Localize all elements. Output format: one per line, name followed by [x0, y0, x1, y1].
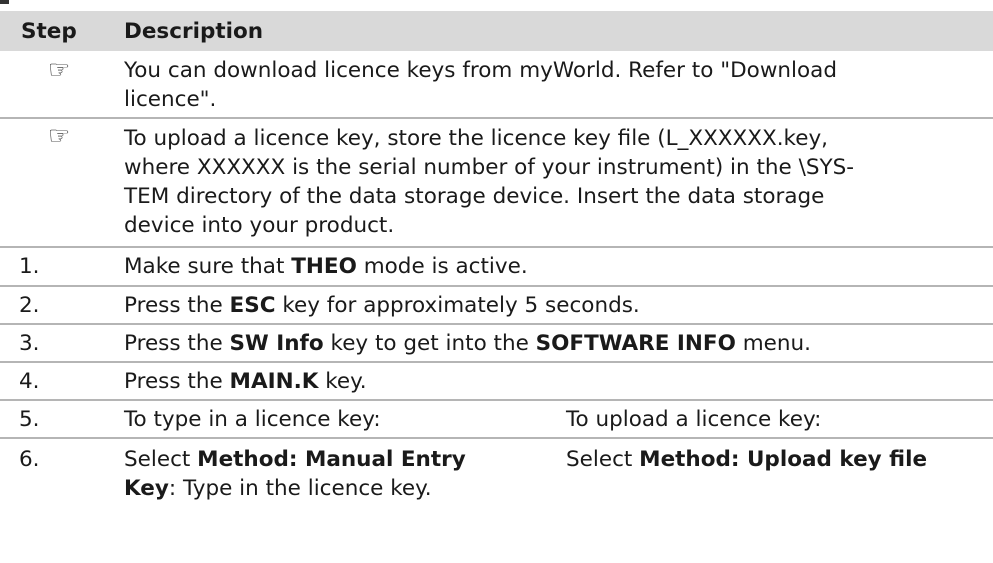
pointing-hand-icon: ☞ [48, 55, 71, 84]
table-row: 3. Press the SW Info key to get into the… [0, 325, 993, 363]
row-description: Press the ESC key for approximately 5 se… [124, 293, 640, 318]
corner-mark [0, 0, 9, 4]
row-description: To upload a licence key, store the licen… [124, 126, 855, 238]
table-row: 4. Press the MAIN.K key. [0, 363, 993, 401]
row-description-right: Select Method: Upload key file [566, 447, 928, 472]
step-number: 2. [19, 293, 40, 318]
step-number: 4. [19, 369, 40, 394]
row-description: You can download licence keys from myWor… [124, 58, 837, 112]
row-description: Press the MAIN.K key. [124, 369, 367, 394]
header-step: Step [21, 18, 77, 44]
table-row: 6. Select Method: Manual Entry Key: Type… [0, 439, 993, 509]
row-description: Make sure that THEO mode is active. [124, 254, 528, 279]
row-description-left: To type in a licence key: [124, 407, 381, 432]
step-number: 3. [19, 331, 40, 356]
row-description: Press the SW Info key to get into the SO… [124, 331, 811, 356]
pointing-hand-icon: ☞ [48, 121, 71, 150]
row-description-right: To upload a licence key: [566, 407, 822, 432]
step-number: 5. [19, 407, 40, 432]
header-description: Description [124, 18, 264, 44]
table-header: Step Description [0, 11, 993, 51]
step-number: 1. [19, 254, 40, 279]
table-row: ☞ To upload a licence key, store the lic… [0, 119, 993, 248]
table-row: 5. To type in a licence key: To upload a… [0, 401, 993, 439]
table-row: 2. Press the ESC key for approximately 5… [0, 287, 993, 325]
table-row: 1. Make sure that THEO mode is active. [0, 248, 993, 287]
table-row: ☞ You can download licence keys from myW… [0, 53, 993, 119]
step-number: 6. [19, 447, 40, 472]
row-description-left: Select Method: Manual Entry Key: Type in… [124, 447, 466, 501]
